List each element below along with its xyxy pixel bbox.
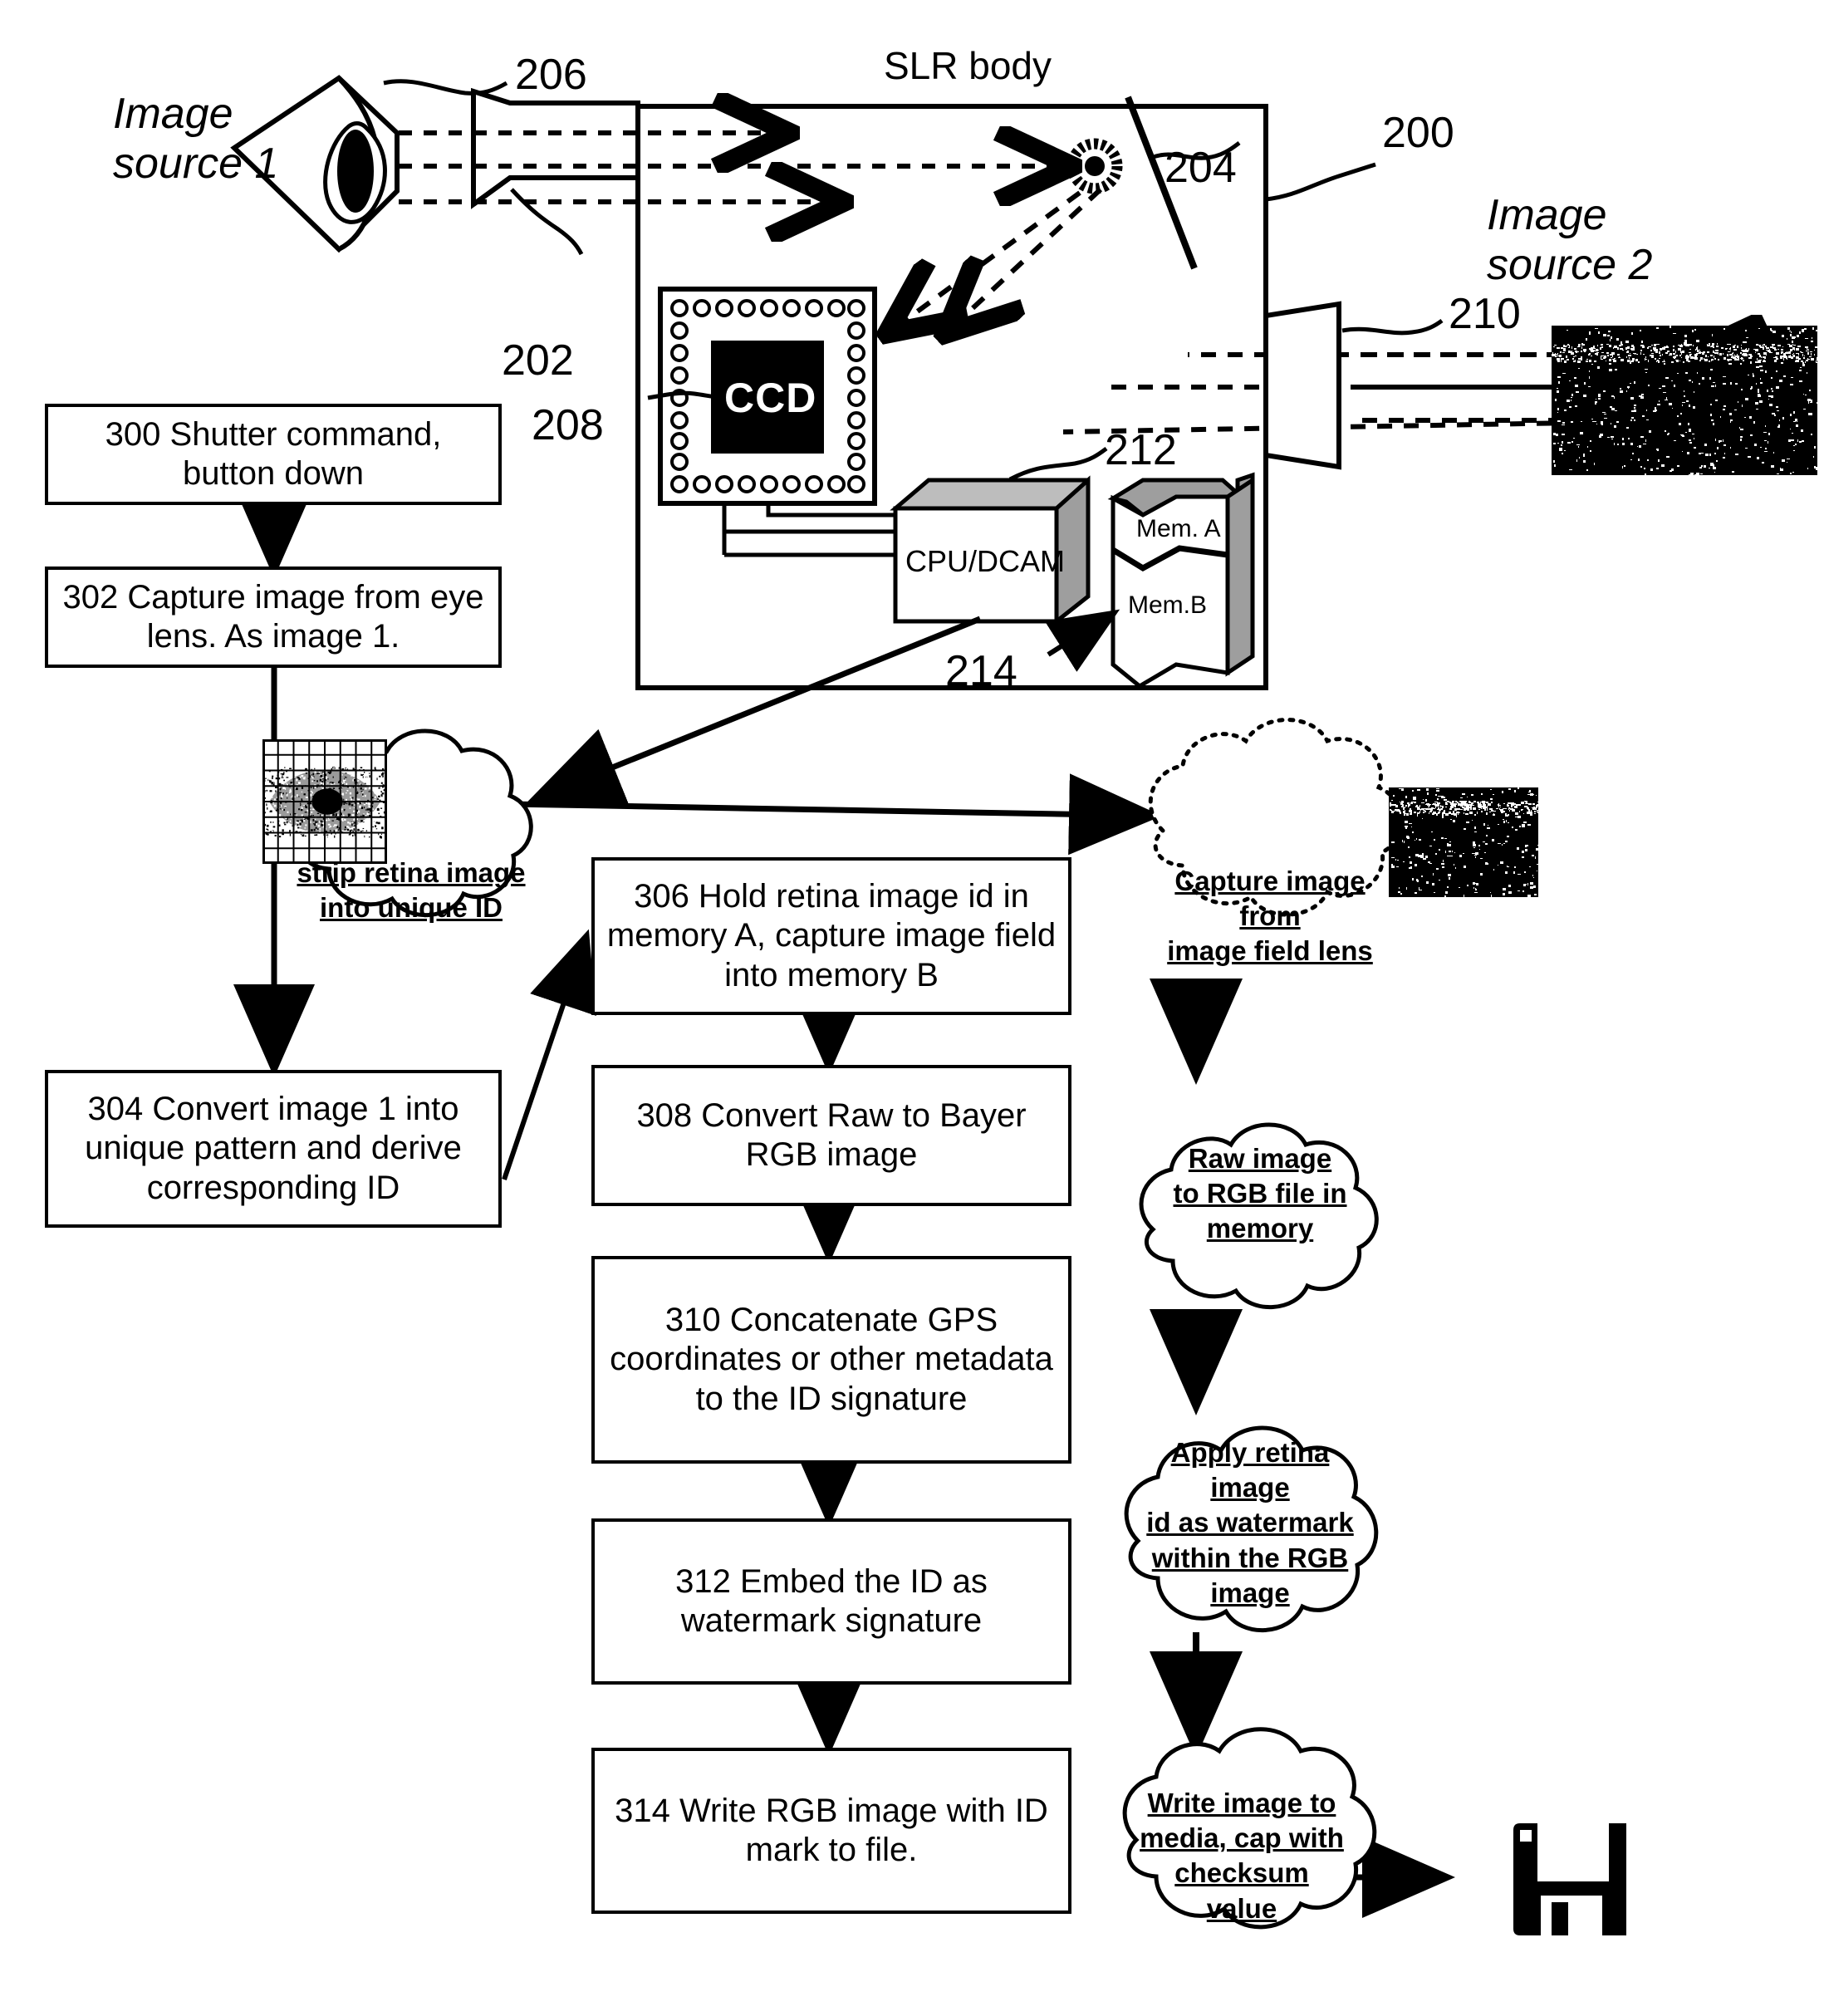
memory-block — [1107, 472, 1255, 689]
ref-208: 208 — [532, 401, 604, 449]
cloud-4-line-1: Apply retina image — [1170, 1437, 1330, 1503]
cloud-4-line-4: image — [1210, 1577, 1290, 1608]
cloud-1-line-2: into unique ID — [320, 892, 503, 924]
cloud-1-line-1: strip retina image — [297, 857, 526, 888]
flow-box-310[interactable]: 310 Concatenate GPS coordinates or other… — [591, 1256, 1071, 1464]
flow-box-300-text: 300 Shutter command, button down — [105, 415, 442, 492]
arrow-slr-to-retina — [527, 616, 982, 805]
image-source-1-line1: Image — [113, 90, 233, 138]
image-source-2-line2: source 2 — [1487, 240, 1653, 289]
cloud-3-line-2: to RGB file in — [1173, 1178, 1347, 1209]
cloud-4-line-2: id as watermark — [1146, 1507, 1354, 1538]
image-source-1-line2: source 1 — [113, 139, 279, 188]
ccd-label: CCD — [724, 375, 817, 421]
retina-grid-image — [262, 738, 390, 865]
slr-body-title: SLR body — [884, 44, 1052, 87]
flow-box-302-text: 302 Capture image from eye lens. As imag… — [62, 578, 484, 655]
leader-210 — [1341, 318, 1444, 336]
light-rays-reflected — [891, 187, 1103, 331]
leader-202 — [510, 188, 584, 256]
leader-200 — [1265, 162, 1376, 202]
leader-212 — [1008, 447, 1108, 482]
mem-a-label: Mem. A — [1136, 515, 1221, 542]
photo-thumbnail-captured — [1389, 787, 1538, 897]
flow-box-312-text: 312 Embed the ID as watermark signature — [675, 1562, 988, 1639]
cloud-text-write-media: Write image to media, cap with checksum … — [1138, 1786, 1346, 1926]
flow-box-306-text: 306 Hold retina image id in memory A, ca… — [606, 878, 1057, 993]
cloud-3-line-1: Raw image — [1188, 1143, 1332, 1174]
cloud-text-raw-to-rgb: Raw image to RGB file in memory — [1156, 1141, 1364, 1247]
ref-204: 204 — [1165, 144, 1237, 192]
lens-icon-eye — [471, 87, 640, 209]
ref-210: 210 — [1449, 290, 1521, 338]
arrow-304-to-306 — [502, 929, 596, 1180]
flow-box-300[interactable]: 300 Shutter command, button down — [45, 404, 502, 505]
ref-202: 202 — [502, 336, 574, 385]
ref-200: 200 — [1382, 109, 1454, 157]
cloud-text-apply-watermark: Apply retina image id as watermark withi… — [1135, 1435, 1366, 1611]
flow-box-304[interactable]: 304 Convert image 1 into unique pattern … — [45, 1070, 502, 1228]
ref-212: 212 — [1105, 426, 1177, 474]
cloud-2-line-1: Capture image from — [1174, 866, 1366, 932]
aperture-icon — [1066, 138, 1123, 194]
mem-b-label: Mem.B — [1128, 591, 1208, 619]
cloud-3-line-3: memory — [1206, 1213, 1314, 1244]
cloud-5-line-1: Write image to — [1147, 1788, 1336, 1818]
cloud-2-line-2: image field lens — [1167, 935, 1373, 967]
floppy-disk-icon — [1513, 1823, 1626, 1935]
ref-206: 206 — [515, 51, 587, 99]
ccd-cpu-bus — [722, 503, 897, 557]
flow-box-308[interactable]: 308 Convert Raw to Bayer RGB image — [591, 1065, 1071, 1206]
image-source-2-line1: Image — [1487, 191, 1607, 239]
flow-box-304-text: 304 Convert image 1 into unique pattern … — [85, 1091, 462, 1206]
flow-box-302[interactable]: 302 Capture image from eye lens. As imag… — [45, 567, 502, 668]
flow-box-308-text: 308 Convert Raw to Bayer RGB image — [636, 1096, 1027, 1173]
lens-icon-field — [1263, 301, 1341, 470]
cloud-5-line-2: media, cap with — [1140, 1822, 1344, 1854]
ref-214: 214 — [945, 647, 1017, 695]
image-source-2-label: Image source 2 — [1487, 191, 1761, 291]
flow-box-312[interactable]: 312 Embed the ID as watermark signature — [591, 1518, 1071, 1685]
cpu-label: CPU/DCAM — [905, 544, 1066, 578]
patent-figure-canvas: SLR body Image source 1 Image source 2 2… — [0, 0, 1824, 2016]
flow-box-314-text: 314 Write RGB image with ID mark to file… — [615, 1792, 1048, 1868]
arrow-retina-to-capture-cloud — [511, 773, 1162, 856]
cloud-text-strip-retina: strip retina image into unique ID — [296, 856, 527, 925]
leader-206 — [383, 79, 508, 96]
flow-box-310-text: 310 Concatenate GPS coordinates or other… — [610, 1302, 1053, 1417]
photo-thumbnail-image-source-2 — [1552, 326, 1817, 475]
cloud-4-line-3: within the RGB — [1151, 1542, 1349, 1573]
cloud-5-line-3: checksum value — [1174, 1857, 1309, 1924]
flow-box-306[interactable]: 306 Hold retina image id in memory A, ca… — [591, 857, 1071, 1015]
image-source-1-label: Image source 1 — [113, 90, 362, 189]
cloud-text-capture-field: Capture image from image field lens — [1150, 864, 1390, 969]
flow-box-314[interactable]: 314 Write RGB image with ID mark to file… — [591, 1748, 1071, 1914]
